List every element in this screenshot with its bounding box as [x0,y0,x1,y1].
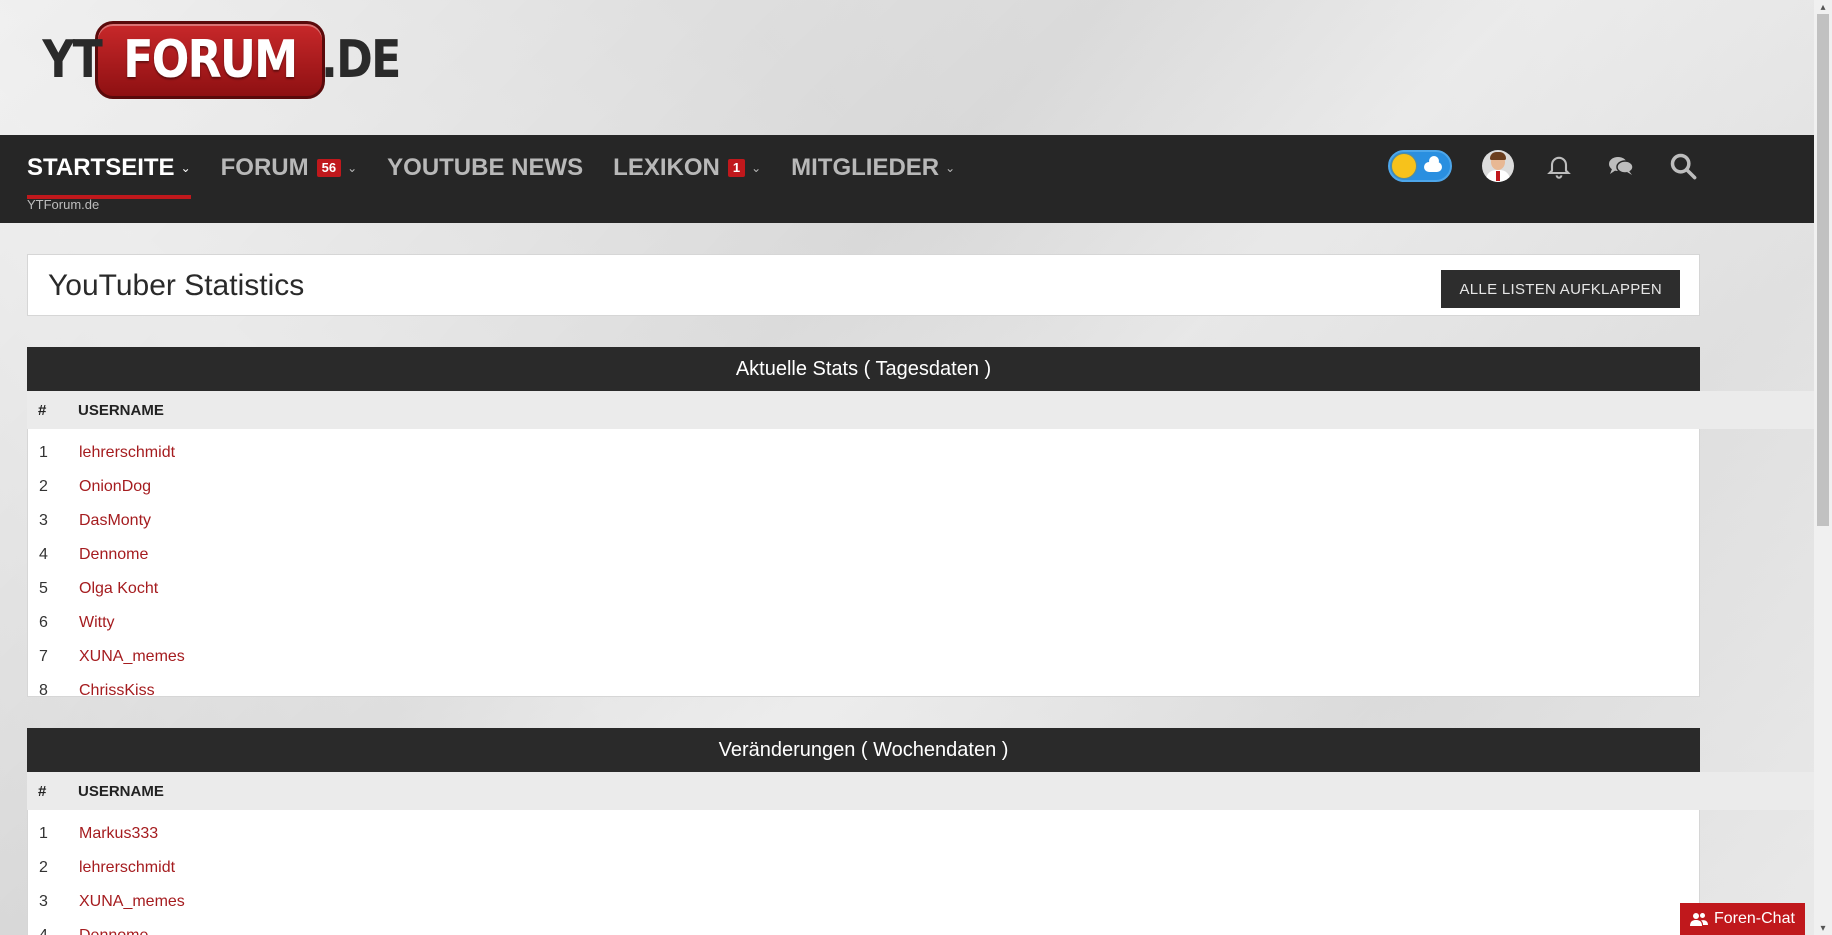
table-row: 8 ChrissKiss [28,674,1699,697]
users-icon [1690,912,1708,926]
theme-toggle-icon[interactable] [1388,150,1452,182]
nav-item-label: YOUTUBE NEWS [387,154,584,181]
table-row: 4 Dennome [28,538,1699,572]
username-link[interactable]: XUNA_memes [79,648,185,666]
panel-header[interactable]: Veränderungen ( Wochendaten ) [27,728,1700,772]
chat-button-label: Foren-Chat [1714,910,1795,927]
scroll-down-arrow-icon[interactable]: ▾ [1814,921,1832,935]
username-link[interactable]: lehrerschmidt [79,444,175,462]
table-row: 2 lehrerschmidt [28,851,1699,885]
rank: 2 [39,859,48,876]
table-row: 6 Witty [28,606,1699,640]
username-link[interactable]: OnionDog [79,478,151,496]
chevron-down-icon: ⌄ [751,161,762,175]
weekly-stats-list: 1 Markus333 2 lehrerschmidt 3 XUNA_memes 4D… [27,810,1700,935]
nav-badge: 56 [316,159,342,177]
chevron-down-icon: ⌄ [180,161,191,175]
table-row: 1 Markus333 [28,817,1699,851]
logo-yt: YT [42,30,102,90]
chat-bubbles-icon[interactable] [1606,151,1636,181]
nav-item-startseite[interactable]: STARTSEITE ⌄ [27,147,191,199]
avatar[interactable] [1482,150,1514,182]
foren-chat-button[interactable]: Foren-Chat [1680,903,1805,935]
weekly-stats-panel: Veränderungen ( Wochendaten ) # USERNAME… [27,728,1814,935]
avatar-hair [1490,152,1506,160]
rank: 1 [39,444,48,461]
username-link[interactable]: XUNA_memes [79,893,185,911]
rank: 4 [28,927,79,935]
nav-item-mitglieder[interactable]: MITGLIEDER ⌄ [791,147,955,189]
nav-item-label: STARTSEITE [27,154,175,181]
bell-icon[interactable] [1544,151,1574,181]
username-link[interactable]: Markus333 [79,825,158,843]
sun-icon [1392,154,1416,178]
search-icon[interactable] [1668,151,1698,181]
nav-item-label: LEXIKON [613,154,720,181]
chevron-down-icon: ⌄ [945,161,956,175]
username-link[interactable]: Witty [79,614,115,632]
page-title-box: YouTuber Statistics ALLE LISTEN AUFKLAPP… [27,254,1700,316]
nav-badge: 1 [727,159,746,177]
table-header: # USERNAME [27,391,1814,429]
table-row: 1 lehrerschmidt [28,436,1699,470]
nav-item-label: MITGLIEDER [791,154,940,181]
col-rank-header: # [38,782,47,800]
username-link[interactable]: lehrerschmidt [79,859,175,877]
table-header: # USERNAME [27,772,1814,810]
logo-forum-pill: FORUM [95,21,325,99]
page: YT FORUM .DE STARTSEITE ⌄ FORUM 56 ⌄ YOU… [0,0,1814,935]
expand-all-lists-button[interactable]: ALLE LISTEN AUFKLAPPEN [1441,270,1680,308]
avatar-tie [1496,171,1500,181]
table-row: 4Dennome [28,919,1699,935]
nav-user-tools [1388,145,1730,187]
main-navbar: STARTSEITE ⌄ FORUM 56 ⌄ YOUTUBE NEWS LEX… [0,135,1814,223]
rank: 5 [39,580,48,597]
site-logo[interactable]: YT FORUM .DE [32,20,413,100]
nav-item-forum[interactable]: FORUM 56 ⌄ [221,147,358,189]
nav-item-label: FORUM [220,154,309,181]
nav-item-lexikon[interactable]: LEXIKON 1 ⌄ [613,147,761,189]
rank: 4 [39,546,48,563]
nav-item-youtube-news[interactable]: YOUTUBE NEWS [387,147,583,189]
table-row: 5 Olga Kocht [28,572,1699,606]
scrollbar-thumb[interactable] [1817,14,1829,526]
rank: 3 [39,893,48,910]
table-row: 2 OnionDog [28,470,1699,504]
daily-stats-list: 1 lehrerschmidt 2 OnionDog 3 DasMonty 4 Denn… [27,429,1700,697]
col-rank-header: # [38,401,47,419]
rank: 1 [39,825,48,842]
scroll-up-arrow-icon[interactable]: ▴ [1814,0,1832,14]
page-title: YouTuber Statistics [48,269,305,302]
username-link[interactable]: Dennome [79,927,148,935]
chevron-down-icon: ⌄ [347,161,358,175]
col-username-header: USERNAME [78,401,164,419]
rank: 6 [39,614,48,631]
nav-menu: STARTSEITE ⌄ FORUM 56 ⌄ YOUTUBE NEWS LEX… [27,147,985,199]
username-link[interactable]: ChrissKiss [79,682,155,696]
username-link[interactable]: DasMonty [79,512,151,530]
logo-de: .DE [320,30,401,90]
username-link[interactable]: Olga Kocht [79,580,158,598]
table-row: 7 XUNA_memes [28,640,1699,674]
daily-stats-panel: Aktuelle Stats ( Tagesdaten ) # USERNAME… [27,347,1814,697]
cloud-icon [1424,156,1442,172]
table-row: 3 XUNA_memes [28,885,1699,919]
username-link[interactable]: Dennome [79,546,148,564]
panel-header[interactable]: Aktuelle Stats ( Tagesdaten ) [27,347,1700,391]
breadcrumb[interactable]: YTForum.de [27,197,99,212]
rank: 8 [39,682,48,697]
rank: 3 [39,512,48,529]
rank: 7 [39,648,48,665]
rank: 2 [39,478,48,495]
page-scrollbar[interactable]: ▴ ▾ [1814,0,1832,935]
logo-forum: FORUM [123,30,298,90]
table-row: 3 DasMonty [28,504,1699,538]
col-username-header: USERNAME [78,782,164,800]
